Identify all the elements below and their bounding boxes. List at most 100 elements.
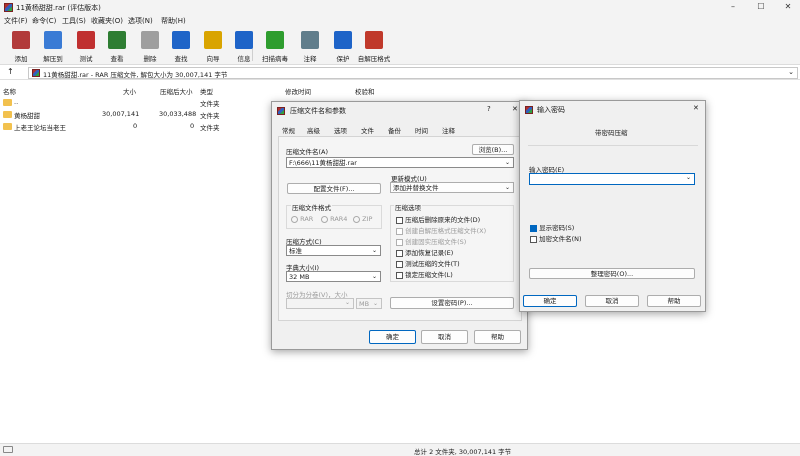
file-name: 上老王论坛当老王 (14, 124, 66, 132)
column-size[interactable]: 大小 (123, 86, 136, 96)
close-icon[interactable]: ✕ (512, 105, 518, 113)
close-icon[interactable]: ✕ (779, 1, 797, 13)
option-checkbox-1[interactable]: 创建自解压格式压缩文件(X) (396, 225, 486, 235)
option-checkbox-4[interactable]: 测试压缩的文件(T) (396, 258, 460, 268)
tab-advanced[interactable]: 高级 (307, 125, 320, 135)
chevron-down-icon: ⌄ (372, 300, 378, 307)
column-type[interactable]: 类型 (200, 86, 213, 96)
menu-commands[interactable]: 命令(C) (32, 16, 56, 26)
view-book-icon (108, 31, 126, 49)
list-item[interactable]: 黄杨甜甜 30,007,141 30,033,488 文件夹 (2, 110, 272, 120)
toolbar-button-8[interactable]: 扫描病毒 (258, 29, 292, 63)
help-button[interactable]: 帮助 (474, 330, 521, 344)
chevron-down-icon: ⌄ (504, 184, 510, 191)
menu-tools[interactable]: 工具(S) (62, 16, 86, 26)
option-label: 创建自解压格式压缩文件(X) (405, 227, 487, 235)
test-checklist-icon (77, 31, 95, 49)
status-bar: 总计 2 文件夹, 30,007,141 字节 (0, 443, 800, 456)
options-group-label: 压缩选项 (394, 202, 422, 212)
menu-help[interactable]: 帮助(H) (161, 16, 186, 26)
rar-file-icon (32, 69, 40, 77)
toolbar-button-11[interactable]: 自解压格式 (357, 29, 391, 63)
update-mode-select[interactable]: 添加并替换文件 ⌄ (390, 182, 514, 193)
folder-icon (3, 111, 12, 118)
column-packed[interactable]: 压缩后大小 (160, 86, 193, 96)
folder-icon (3, 99, 12, 106)
file-type: 文件夹 (200, 112, 220, 120)
format-rar4-label: RAR4 (330, 215, 348, 223)
chevron-down-icon[interactable]: ⌄ (505, 158, 510, 168)
chevron-down-icon[interactable]: ⌄ (788, 68, 794, 76)
update-mode-value: 添加并替换文件 (393, 184, 439, 192)
method-select[interactable]: 标准 ⌄ (286, 245, 381, 256)
checkbox-icon (396, 249, 403, 257)
format-rar-radio[interactable]: RAR (291, 215, 313, 223)
address-text: 11黄杨甜甜.rar - RAR 压缩文件, 解包大小为 30,007,141 … (43, 71, 228, 79)
split-unit-select[interactable]: MB ⌄ (356, 298, 382, 309)
cancel-button[interactable]: 取消 (421, 330, 468, 344)
minimize-icon[interactable]: – (724, 1, 742, 13)
list-item[interactable]: .. 文件夹 (2, 98, 272, 108)
maximize-icon[interactable]: ☐ (752, 1, 770, 13)
menu-favorites[interactable]: 收藏夹(O) (91, 16, 123, 26)
menu-options[interactable]: 选项(N) (128, 16, 153, 26)
tab-comment[interactable]: 注释 (442, 125, 455, 135)
tab-general[interactable]: 常规 (282, 125, 295, 135)
organize-passwords-button[interactable]: 整理密码(O)... (529, 268, 695, 279)
format-zip-label: ZIP (362, 215, 373, 223)
dict-select[interactable]: 32 MB ⌄ (286, 271, 381, 282)
password-input[interactable]: ⌄ (529, 173, 695, 185)
dialog-title: 压缩文件名和参数 (290, 107, 346, 115)
format-zip-radio[interactable]: ZIP (353, 215, 372, 223)
chevron-down-icon: ⌄ (371, 247, 377, 254)
file-type: 文件夹 (200, 124, 220, 132)
show-password-checkbox[interactable]: 显示密码(S) (530, 222, 574, 232)
password-cancel-button[interactable]: 取消 (585, 295, 639, 307)
option-label: 锁定压缩文件(L) (405, 271, 453, 279)
browse-button[interactable]: 浏览(B)... (472, 144, 514, 155)
option-label: 测试压缩的文件(T) (405, 260, 460, 268)
password-help-button[interactable]: 帮助 (647, 295, 701, 307)
option-label: 添加恢复记录(E) (405, 249, 454, 257)
encrypt-names-label: 加密文件名(N) (539, 235, 582, 243)
tab-time[interactable]: 时间 (415, 125, 428, 135)
column-checksum[interactable]: 校验和 (355, 86, 375, 96)
password-header: 带密码压缩 (595, 129, 628, 137)
sfx-archive-icon (365, 31, 383, 49)
option-checkbox-0[interactable]: 压缩后删除原来的文件(D) (396, 214, 480, 224)
comment-icon (301, 31, 319, 49)
show-password-label: 显示密码(S) (539, 224, 575, 232)
chevron-down-icon[interactable]: ⌄ (686, 174, 691, 181)
column-modified[interactable]: 修改时间 (285, 86, 311, 96)
checkbox-icon (396, 271, 403, 279)
file-size: 0 (133, 122, 138, 130)
format-rar-label: RAR (300, 215, 314, 223)
archive-name-field[interactable]: F:\666\11黄杨甜甜.rar ⌄ (286, 157, 514, 168)
close-icon[interactable]: ✕ (693, 104, 699, 112)
shield-icon (334, 31, 352, 49)
tab-options[interactable]: 选项 (334, 125, 347, 135)
column-name[interactable]: 名称 (3, 86, 16, 96)
up-arrow-icon[interactable]: ↑ (7, 67, 14, 76)
option-checkbox-2[interactable]: 创建固实压缩文件(S) (396, 236, 466, 246)
address-field[interactable]: 11黄杨甜甜.rar - RAR 压缩文件, 解包大小为 30,007,141 … (28, 67, 798, 79)
set-password-button[interactable]: 设置密码(P)... (390, 297, 514, 309)
title-bar: 11黄杨甜甜.rar (评估版本) – ☐ ✕ (0, 0, 800, 15)
option-checkbox-3[interactable]: 添加恢复记录(E) (396, 247, 453, 257)
help-question-icon[interactable]: ? (487, 105, 491, 113)
list-item[interactable]: 上老王论坛当老王 0 0 文件夹 (2, 122, 272, 132)
format-rar4-radio[interactable]: RAR4 (321, 215, 347, 223)
encrypt-names-checkbox[interactable]: 加密文件名(N) (530, 233, 582, 243)
menu-file[interactable]: 文件(F) (4, 16, 28, 26)
file-size: 30,007,141 (102, 110, 140, 118)
profiles-button[interactable]: 配置文件(F)... (287, 183, 381, 194)
folder-icon (3, 123, 12, 130)
checkbox-icon (530, 235, 537, 243)
password-ok-button[interactable]: 确定 (523, 295, 577, 307)
tab-backup[interactable]: 备份 (388, 125, 401, 135)
tab-files[interactable]: 文件 (361, 125, 374, 135)
split-size-field[interactable]: ⌄ (286, 298, 354, 309)
option-checkbox-5[interactable]: 锁定压缩文件(L) (396, 269, 453, 279)
file-type: 文件夹 (200, 100, 220, 108)
ok-button[interactable]: 确定 (369, 330, 416, 344)
